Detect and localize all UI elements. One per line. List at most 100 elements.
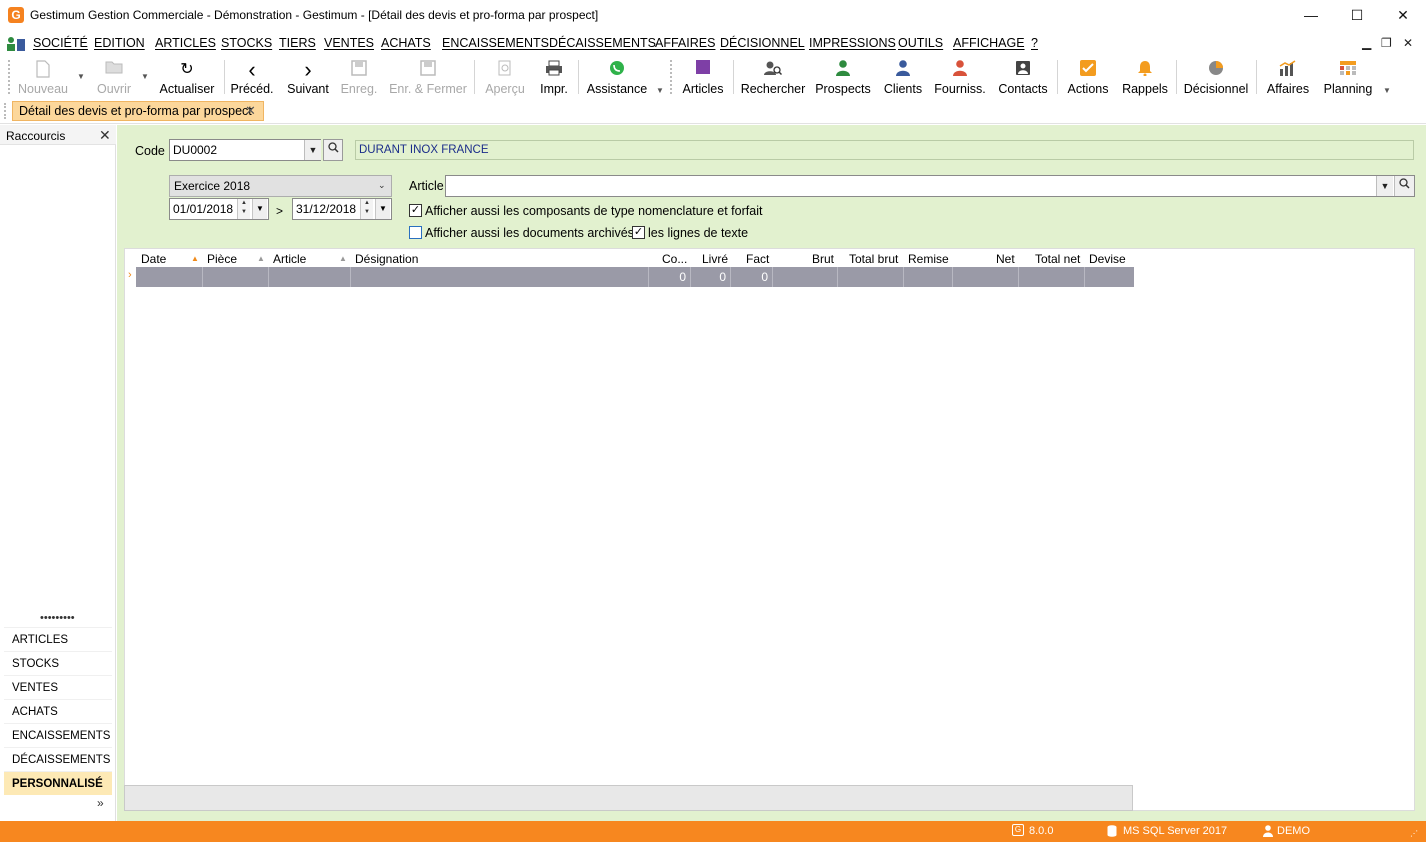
article-search-button[interactable] [1394, 176, 1414, 196]
menu-outils[interactable]: OUTILS [898, 36, 943, 50]
period-select-value: Exercice 2018 [174, 179, 251, 193]
contacts-button[interactable]: Contacts [995, 58, 1051, 98]
search-button[interactable]: Rechercher [738, 58, 808, 98]
column-header-commande[interactable]: Co... [662, 252, 687, 266]
previous-button[interactable]: ‹ Précéd. [228, 58, 276, 98]
nav-item-decaissements[interactable]: DÉCAISSEMENTS [4, 747, 112, 771]
code-search-button[interactable] [323, 139, 343, 161]
table-row[interactable] [136, 267, 1134, 287]
menu-societe[interactable]: SOCIÉTÉ [33, 36, 88, 50]
toolbar-grip[interactable] [8, 60, 10, 94]
shortcuts-close-icon[interactable]: ✕ [99, 127, 111, 144]
suppliers-button[interactable]: Fourniss. [933, 58, 987, 98]
menu-decaissements[interactable]: DÉCAISSEMENTS [549, 36, 656, 50]
resize-grip[interactable]: ⋰ [1410, 829, 1418, 838]
minimize-button[interactable]: — [1288, 0, 1334, 30]
menu-impressions[interactable]: IMPRESSIONS [809, 36, 896, 50]
sort-ascending-icon[interactable]: ▲ [191, 254, 199, 263]
column-header-net[interactable]: Net [996, 252, 1015, 266]
actions-button[interactable]: Actions [1063, 58, 1113, 98]
toolbar-grip[interactable] [670, 60, 672, 94]
mdi-restore-button[interactable]: ❐ [1381, 36, 1392, 50]
clients-button[interactable]: Clients [880, 58, 926, 98]
date-to-spinner[interactable]: ▲ ▼ [360, 199, 373, 219]
tab-close-icon[interactable]: ✕ [245, 101, 256, 120]
column-header-remise[interactable]: Remise [908, 252, 949, 266]
mdi-close-button[interactable]: ✕ [1403, 36, 1413, 50]
new-button[interactable]: Nouveau [12, 58, 74, 98]
preview-button[interactable]: Aperçu [482, 58, 528, 98]
column-header-livre[interactable]: Livré [702, 252, 728, 266]
column-header-devise[interactable]: Devise [1089, 252, 1126, 266]
save-and-close-button[interactable]: Enr. & Fermer [388, 58, 468, 98]
menu-articles[interactable]: ARTICLES [155, 36, 216, 50]
company-menu-icon[interactable] [6, 36, 26, 52]
archived-checkbox[interactable] [409, 226, 422, 239]
open-button[interactable]: Ouvrir [90, 58, 138, 98]
period-select[interactable]: Exercice 2018 [169, 175, 392, 197]
column-header-date[interactable]: Date [141, 252, 166, 266]
prospects-button[interactable]: Prospects [814, 58, 872, 98]
mdi-minimize-button[interactable]: ▁ [1362, 36, 1371, 50]
menu-decisionnel[interactable]: DÉCISIONNEL [720, 36, 805, 50]
refresh-button[interactable]: ↻ Actualiser [156, 58, 218, 98]
column-header-designation[interactable]: Désignation [355, 252, 418, 266]
open-dropdown-arrow-icon[interactable]: ▼ [141, 72, 149, 81]
nav-item-personnalise[interactable]: PERSONNALISÉ [4, 771, 112, 795]
tab-detail-devis[interactable]: Détail des devis et pro-forma par prospe… [12, 101, 264, 121]
column-header-piece[interactable]: Pièce [207, 252, 237, 266]
maximize-button[interactable]: ☐ [1334, 0, 1380, 30]
code-input[interactable]: DU0002 [169, 139, 321, 161]
print-button[interactable]: Impr. [536, 58, 572, 98]
results-grid[interactable] [124, 248, 1415, 811]
sort-indicator-icon[interactable]: ▲ [339, 254, 347, 263]
menu-edition[interactable]: EDITION [94, 36, 145, 50]
planning-button[interactable]: Planning [1320, 58, 1376, 98]
articles-button[interactable]: Articles [678, 58, 728, 98]
prospect-name-field: DURANT INOX FRANCE [355, 140, 1414, 160]
components-checkbox[interactable]: ✓ [409, 204, 422, 217]
articles-icon [678, 60, 728, 80]
code-dropdown-button[interactable]: ▼ [304, 140, 321, 160]
menu-stocks[interactable]: STOCKS [221, 36, 272, 50]
nav-more-icon[interactable]: » [97, 796, 104, 810]
column-header-fact[interactable]: Fact [746, 252, 769, 266]
date-to-calendar-button[interactable]: ▼ [375, 199, 390, 219]
decisionnel-button[interactable]: Décisionnel [1182, 58, 1250, 98]
text-lines-checkbox[interactable]: ✓ [632, 226, 645, 239]
date-range-separator: > [276, 204, 284, 218]
new-dropdown-arrow-icon[interactable]: ▼ [77, 72, 85, 81]
close-window-button[interactable]: ✕ [1380, 0, 1426, 30]
article-input[interactable] [445, 175, 1415, 197]
panel-splitter-grip[interactable]: ••••••••• [40, 612, 75, 624]
chevron-down-icon[interactable]: ⌄ [378, 180, 386, 191]
nav-item-encaissements[interactable]: ENCAISSEMENTS [4, 723, 112, 747]
nav-item-ventes[interactable]: VENTES [4, 675, 112, 699]
affaires-button[interactable]: Affaires [1262, 58, 1314, 98]
sort-indicator-icon[interactable]: ▲ [257, 254, 265, 263]
save-button[interactable]: Enreg. [338, 58, 380, 98]
date-from-spinner[interactable]: ▲ ▼ [237, 199, 250, 219]
menu-affichage[interactable]: AFFICHAGE [953, 36, 1025, 50]
column-header-article[interactable]: Article [273, 252, 306, 266]
nav-item-articles[interactable]: ARTICLES [4, 627, 112, 651]
menu-affaires[interactable]: AFFAIRES [655, 36, 715, 50]
cell-divider [952, 267, 953, 287]
menu-ventes[interactable]: VENTES [324, 36, 374, 50]
column-header-total-net[interactable]: Total net [1035, 252, 1080, 266]
column-header-total-brut[interactable]: Total brut [849, 252, 898, 266]
menu-achats[interactable]: ACHATS [381, 36, 431, 50]
assistance-button[interactable]: Assistance [584, 58, 650, 98]
article-dropdown-button[interactable]: ▼ [1376, 176, 1393, 196]
nav-item-stocks[interactable]: STOCKS [4, 651, 112, 675]
next-button[interactable]: › Suivant [284, 58, 332, 98]
menu-help[interactable]: ? [1031, 36, 1038, 50]
menu-encaissements[interactable]: ENCAISSEMENTS [442, 36, 549, 50]
toolbar-overflow-icon[interactable]: ▼ [656, 86, 664, 95]
reminders-button[interactable]: Rappels [1120, 58, 1170, 98]
column-header-brut[interactable]: Brut [812, 252, 834, 266]
date-from-calendar-button[interactable]: ▼ [252, 199, 267, 219]
menu-tiers[interactable]: TIERS [279, 36, 316, 50]
nav-item-achats[interactable]: ACHATS [4, 699, 112, 723]
toolbar-overflow-icon[interactable]: ▼ [1383, 86, 1391, 95]
